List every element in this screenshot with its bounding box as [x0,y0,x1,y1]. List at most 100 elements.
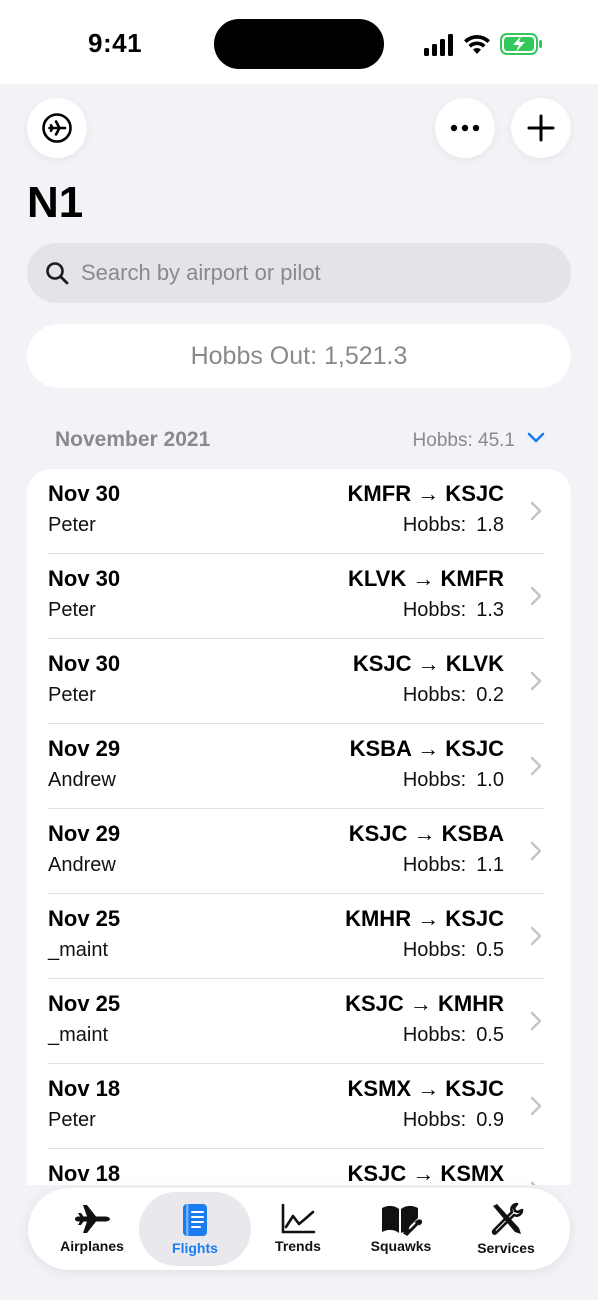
flight-date: Nov 30 [48,481,121,506]
flight-hobbs-label: Hobbs: [402,854,467,876]
status-time: 9:41 [88,28,143,58]
chevron-down-icon[interactable] [527,432,545,444]
search-icon [46,262,69,285]
chevron-right-icon [530,671,542,691]
flight-date: Nov 18 [48,1076,121,1101]
flight-pilot: _maint [48,1024,109,1046]
tab-flights[interactable]: Flights [139,1192,251,1266]
flight-pilot: _maint [48,939,109,961]
flight-pilot: Andrew [48,769,116,791]
flight-hobbs-label: Hobbs: [402,1024,467,1046]
chart-line-icon [281,1203,316,1234]
flight-hobbs: Hobbs: 1.1 [403,854,504,877]
flight-row[interactable]: Nov 18 Peter KSMX → KSJC Hobbs: 0.9 [27,1064,571,1149]
flight-hobbs-value: 0.9 [476,1109,504,1131]
flight-route: KSJC → KSMX [347,1161,504,1186]
flight-route: KSBA → KSJC [349,736,504,761]
flight-hobbs: Hobbs: 1.0 [403,769,504,792]
tab-label: Services [477,1240,535,1256]
flight-date: Nov 30 [48,651,121,676]
tab-airplanes[interactable]: Airplanes [36,1192,148,1266]
flight-pilot: Peter [48,684,96,706]
tab-label: Airplanes [60,1238,124,1254]
tools-icon [491,1202,524,1235]
flight-hobbs-label: Hobbs: [402,769,467,791]
search-input[interactable] [81,243,551,303]
flight-date: Nov 29 [48,736,121,761]
flight-route: KLVK → KMFR [347,566,504,591]
flight-date: Nov 18 [48,1161,121,1186]
flight-hobbs: Hobbs: 0.2 [403,684,504,707]
section-hobbs-total: Hobbs: 45.1 [412,430,515,451]
flight-hobbs: Hobbs: 1.8 [403,514,504,537]
wifi-icon [464,34,490,54]
flight-hobbs-value: 1.0 [476,769,504,791]
flight-row[interactable]: Nov 25 _maint KSJC → KMHR Hobbs: 0.5 [27,979,571,1064]
tab-label: Trends [275,1238,321,1254]
flight-pilot: Peter [48,1109,96,1131]
tab-label: Flights [172,1240,218,1256]
flight-hobbs-label: Hobbs: [402,1109,467,1131]
flight-row[interactable]: Nov 29 Andrew KSJC → KSBA Hobbs: 1.1 [27,809,571,894]
cellular-signal-icon [424,34,453,56]
flight-row[interactable]: Nov 30 Peter KLVK → KMFR Hobbs: 1.3 [27,554,571,639]
airplane-icon [75,1205,110,1233]
chevron-right-icon [530,926,542,946]
flight-hobbs-label: Hobbs: [402,514,467,536]
flight-hobbs-value: 1.1 [476,854,504,876]
flight-hobbs-value: 0.5 [476,939,504,961]
search-bar[interactable] [27,243,571,303]
chevron-right-icon [530,756,542,776]
flight-row[interactable]: Nov 30 Peter KSJC → KLVK Hobbs: 0.2 [27,639,571,724]
chevron-right-icon [530,586,542,606]
flight-hobbs: Hobbs: 0.9 [403,1109,504,1132]
tab-squawks[interactable]: Squawks [345,1192,457,1266]
flight-hobbs: Hobbs: 1.3 [403,599,504,622]
flight-date: Nov 25 [48,991,121,1016]
flight-date: Nov 29 [48,821,121,846]
add-flight-button[interactable] [511,98,571,158]
section-header-november-2021[interactable]: November 2021 Hobbs: 45.1 [27,420,571,460]
tab-bar: Airplanes Flights Trends Squawks Service… [28,1188,570,1270]
flight-row[interactable]: Nov 25 _maint KMHR → KSJC Hobbs: 0.5 [27,894,571,979]
status-bar: 9:41 [0,0,598,84]
page-title: N1 [27,178,84,227]
flight-route: KSJC → KMHR [345,991,504,1016]
flight-hobbs-value: 0.2 [476,684,504,706]
flight-route: KSJC → KLVK [352,651,504,676]
flight-pilot: Andrew [48,854,116,876]
flight-hobbs: Hobbs: 0.5 [403,939,504,962]
flight-hobbs-value: 1.8 [476,514,504,536]
logbook-icon [183,1204,207,1236]
airplane-circle-icon [42,113,72,143]
flight-hobbs-label: Hobbs: [402,599,467,621]
hobbs-out-card: Hobbs Out: 1,521.3 [27,324,571,388]
flight-pilot: Peter [48,599,96,621]
flight-row[interactable]: Nov 30 Peter KMFR → KSJC Hobbs: 1.8 [27,469,571,554]
flight-hobbs: Hobbs: 0.5 [403,1024,504,1047]
section-month: November 2021 [55,428,211,451]
flight-hobbs-value: 0.5 [476,1024,504,1046]
flight-date: Nov 30 [48,566,121,591]
battery-charging-icon [500,33,542,55]
flight-hobbs-label: Hobbs: [402,684,467,706]
hobbs-out-label: Hobbs Out: 1,521.3 [190,341,408,370]
chevron-right-icon [530,841,542,861]
tab-label: Squawks [370,1238,432,1254]
tab-services[interactable]: Services [450,1192,562,1266]
chevron-right-icon [530,1096,542,1116]
tab-trends[interactable]: Trends [242,1192,354,1266]
book-wrench-icon [382,1205,422,1236]
flight-hobbs-label: Hobbs: [402,939,467,961]
flight-route: KMFR → KSJC [347,481,504,506]
chevron-right-icon [530,1011,542,1031]
more-button[interactable] [435,98,495,158]
airplane-mode-button[interactable] [27,98,87,158]
flight-row[interactable]: Nov 29 Andrew KSBA → KSJC Hobbs: 1.0 [27,724,571,809]
ellipsis-icon [450,124,480,132]
dynamic-island [214,19,384,69]
plus-icon [527,114,555,142]
flight-route: KSJC → KSBA [348,821,504,846]
flight-hobbs-value: 1.3 [476,599,504,621]
flight-route: KSMX → KSJC [347,1076,504,1101]
